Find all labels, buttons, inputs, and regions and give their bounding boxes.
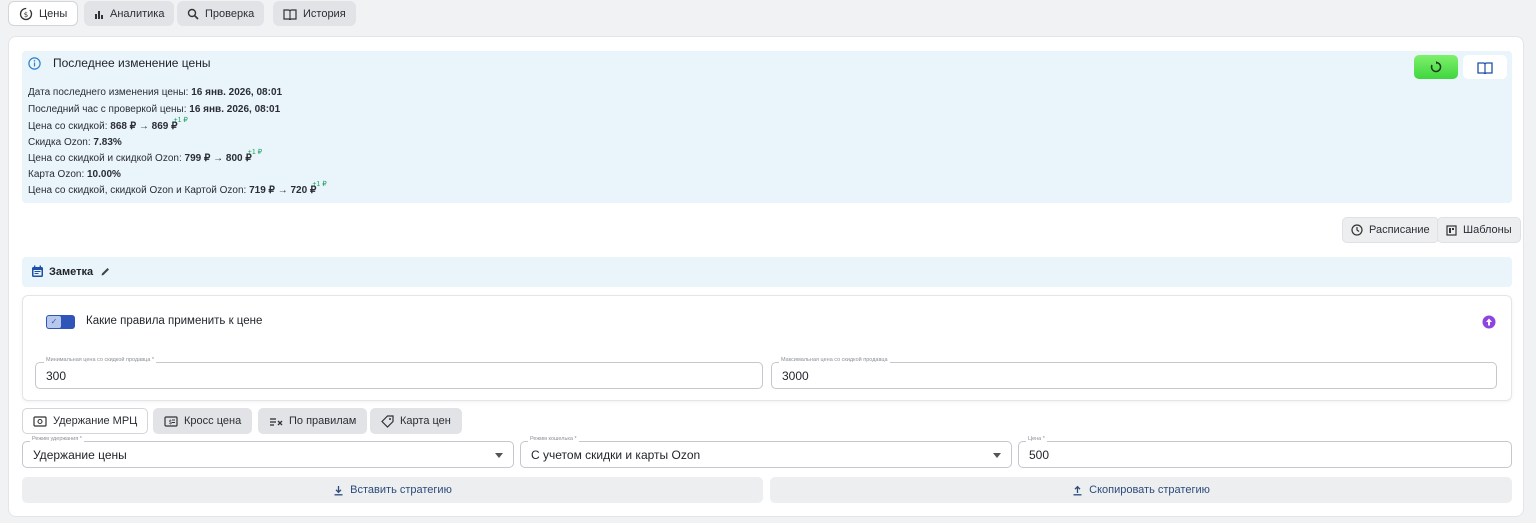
info-row-value: 16 янв. 2026, 08:01 [189,104,281,115]
calendar-icon [31,265,44,278]
tab-analytics[interactable]: Аналитика [84,1,175,26]
info-row-ozon-card: Карта Ozon: 10.00% [28,169,121,180]
check-icon: ✓ [47,316,61,328]
tab-label: История [303,7,346,20]
download-icon [333,485,344,496]
tab-label: Аналитика [110,7,165,20]
svg-text:$: $ [24,11,28,19]
search-icon [187,8,199,20]
collapse-up-icon[interactable] [1482,315,1496,329]
wallet-mode-value: С учетом скидки и карты Ozon [531,447,701,462]
info-row-last-change: Дата последнего изменения цены: 16 янв. … [28,87,282,98]
max-price-input[interactable]: 3000 [771,362,1497,389]
info-row-ozon-discount: Скидка Ozon: 7.83% [28,137,122,148]
upload-icon [1072,485,1083,496]
hold-mode-value: Удержание цены [33,447,127,462]
paste-label: Вставить стратегию [350,484,452,496]
price-label: Цена * [1026,436,1047,442]
book-icon [283,8,297,20]
strategy-cross[interactable]: $ Кросс цена [153,408,253,434]
info-row-label: Цена со скидкой, скидкой Ozon и Картой O… [28,185,250,196]
info-row-ozon-price: Цена со скидкой и скидкой Ozon: 799 ₽ → … [28,149,262,164]
strategy-price-map[interactable]: Карта цен [370,408,462,434]
info-icon [28,57,41,70]
last-change-panel [22,51,1512,203]
info-row-label: Цена со скидкой: [28,121,111,132]
tab-history[interactable]: История [273,1,356,26]
max-price-label: Максимальная цена со скидкой продавца [779,357,890,363]
price-delta-badge: +1 ₽ [312,181,327,188]
tab-label: Проверка [205,7,255,20]
schedule-button[interactable]: Расписание [1342,217,1439,243]
clock-icon [1351,224,1363,236]
templates-label: Шаблоны [1463,224,1512,236]
edit-note-icon[interactable] [100,266,111,277]
info-title: Последнее изменение цены [53,56,211,70]
price-delta-badge: +1 ₽ [247,149,263,156]
copy-strategy-button[interactable]: Скопировать стратегию [770,477,1512,503]
hold-mode-label: Режим удержания * [30,436,84,442]
info-row-value: 16 янв. 2026, 08:01 [191,87,283,98]
refresh-button[interactable] [1414,55,1458,79]
note-label: Заметка [49,266,94,278]
info-row-discount-price: Цена со скидкой: 868 ₽ → 869 ₽+1 ₽ [28,117,188,132]
strategy-label: По правилам [289,415,357,427]
bar-chart-icon [94,9,104,19]
info-row-card-price: Цена со скидкой, скидкой Ozon и Картой O… [28,181,327,196]
book-icon [1477,61,1493,74]
strategy-label: Карта цен [400,415,451,427]
price-input[interactable]: 500 [1018,441,1512,468]
strategy-rules[interactable]: По правилам [258,408,368,434]
info-row-value: 7.83% [93,137,122,148]
chevron-down-icon [993,453,1001,458]
strategy-label: Удержание МРЦ [53,415,138,427]
wallet-mode-label: Режим кошелька * [528,436,579,442]
money-icon [33,415,47,427]
price-delta-badge: +1 ₽ [173,117,188,124]
info-row-label: Цена со скидкой и скидкой Ozon: [28,153,185,164]
info-row-last-check: Последний час с проверкой цены: 16 янв. … [28,104,280,115]
min-price-input[interactable]: 300 [35,362,763,389]
chevron-down-icon [495,453,503,458]
paste-strategy-button[interactable]: Вставить стратегию [22,477,763,503]
tab-prices[interactable]: $ Цены [8,1,79,26]
schedule-label: Расписание [1369,224,1430,236]
hold-mode-select[interactable]: Удержание цены [22,441,514,468]
info-row-label: Последний час с проверкой цены: [28,104,190,115]
rules-title: Какие правила применить к цене [86,315,263,327]
tab-check[interactable]: Проверка [177,1,265,26]
strategy-mrc[interactable]: Удержание МРЦ [22,408,149,434]
note-bar[interactable] [22,257,1512,287]
template-icon [1446,224,1457,236]
label-icon [381,414,394,428]
price-cycle-icon: $ [19,7,33,21]
tab-label: Цены [39,7,68,20]
info-row-value: 719 ₽ → 720 ₽ [249,185,317,196]
info-row-label: Карта Ozon: [28,169,87,180]
info-row-value: 10.00% [87,169,121,180]
rules-toggle[interactable]: ✓ [46,315,75,329]
history-book-button[interactable] [1463,55,1507,79]
info-row-label: Скидка Ozon: [28,137,94,148]
templates-button[interactable]: Шаблоны [1437,217,1521,243]
strategy-label: Кросс цена [184,415,242,427]
copy-label: Скопировать стратегию [1089,484,1210,496]
refresh-icon [1430,61,1442,73]
wallet-mode-select[interactable]: С учетом скидки и карты Ozon [520,441,1012,468]
min-price-label: Минимальная цена со скидкой продавца * [44,357,157,363]
max-price-value: 3000 [782,368,809,383]
info-row-value: 868 ₽ → 869 ₽ [110,121,178,132]
svg-text:$: $ [169,419,173,426]
info-row-value: 799 ₽ → 800 ₽ [184,153,252,164]
price-tag-icon: $ [164,415,178,427]
price-value: 500 [1029,447,1050,462]
info-row-label: Дата последнего изменения цены: [28,87,192,98]
min-price-value: 300 [46,368,67,383]
rules-icon [269,416,283,427]
